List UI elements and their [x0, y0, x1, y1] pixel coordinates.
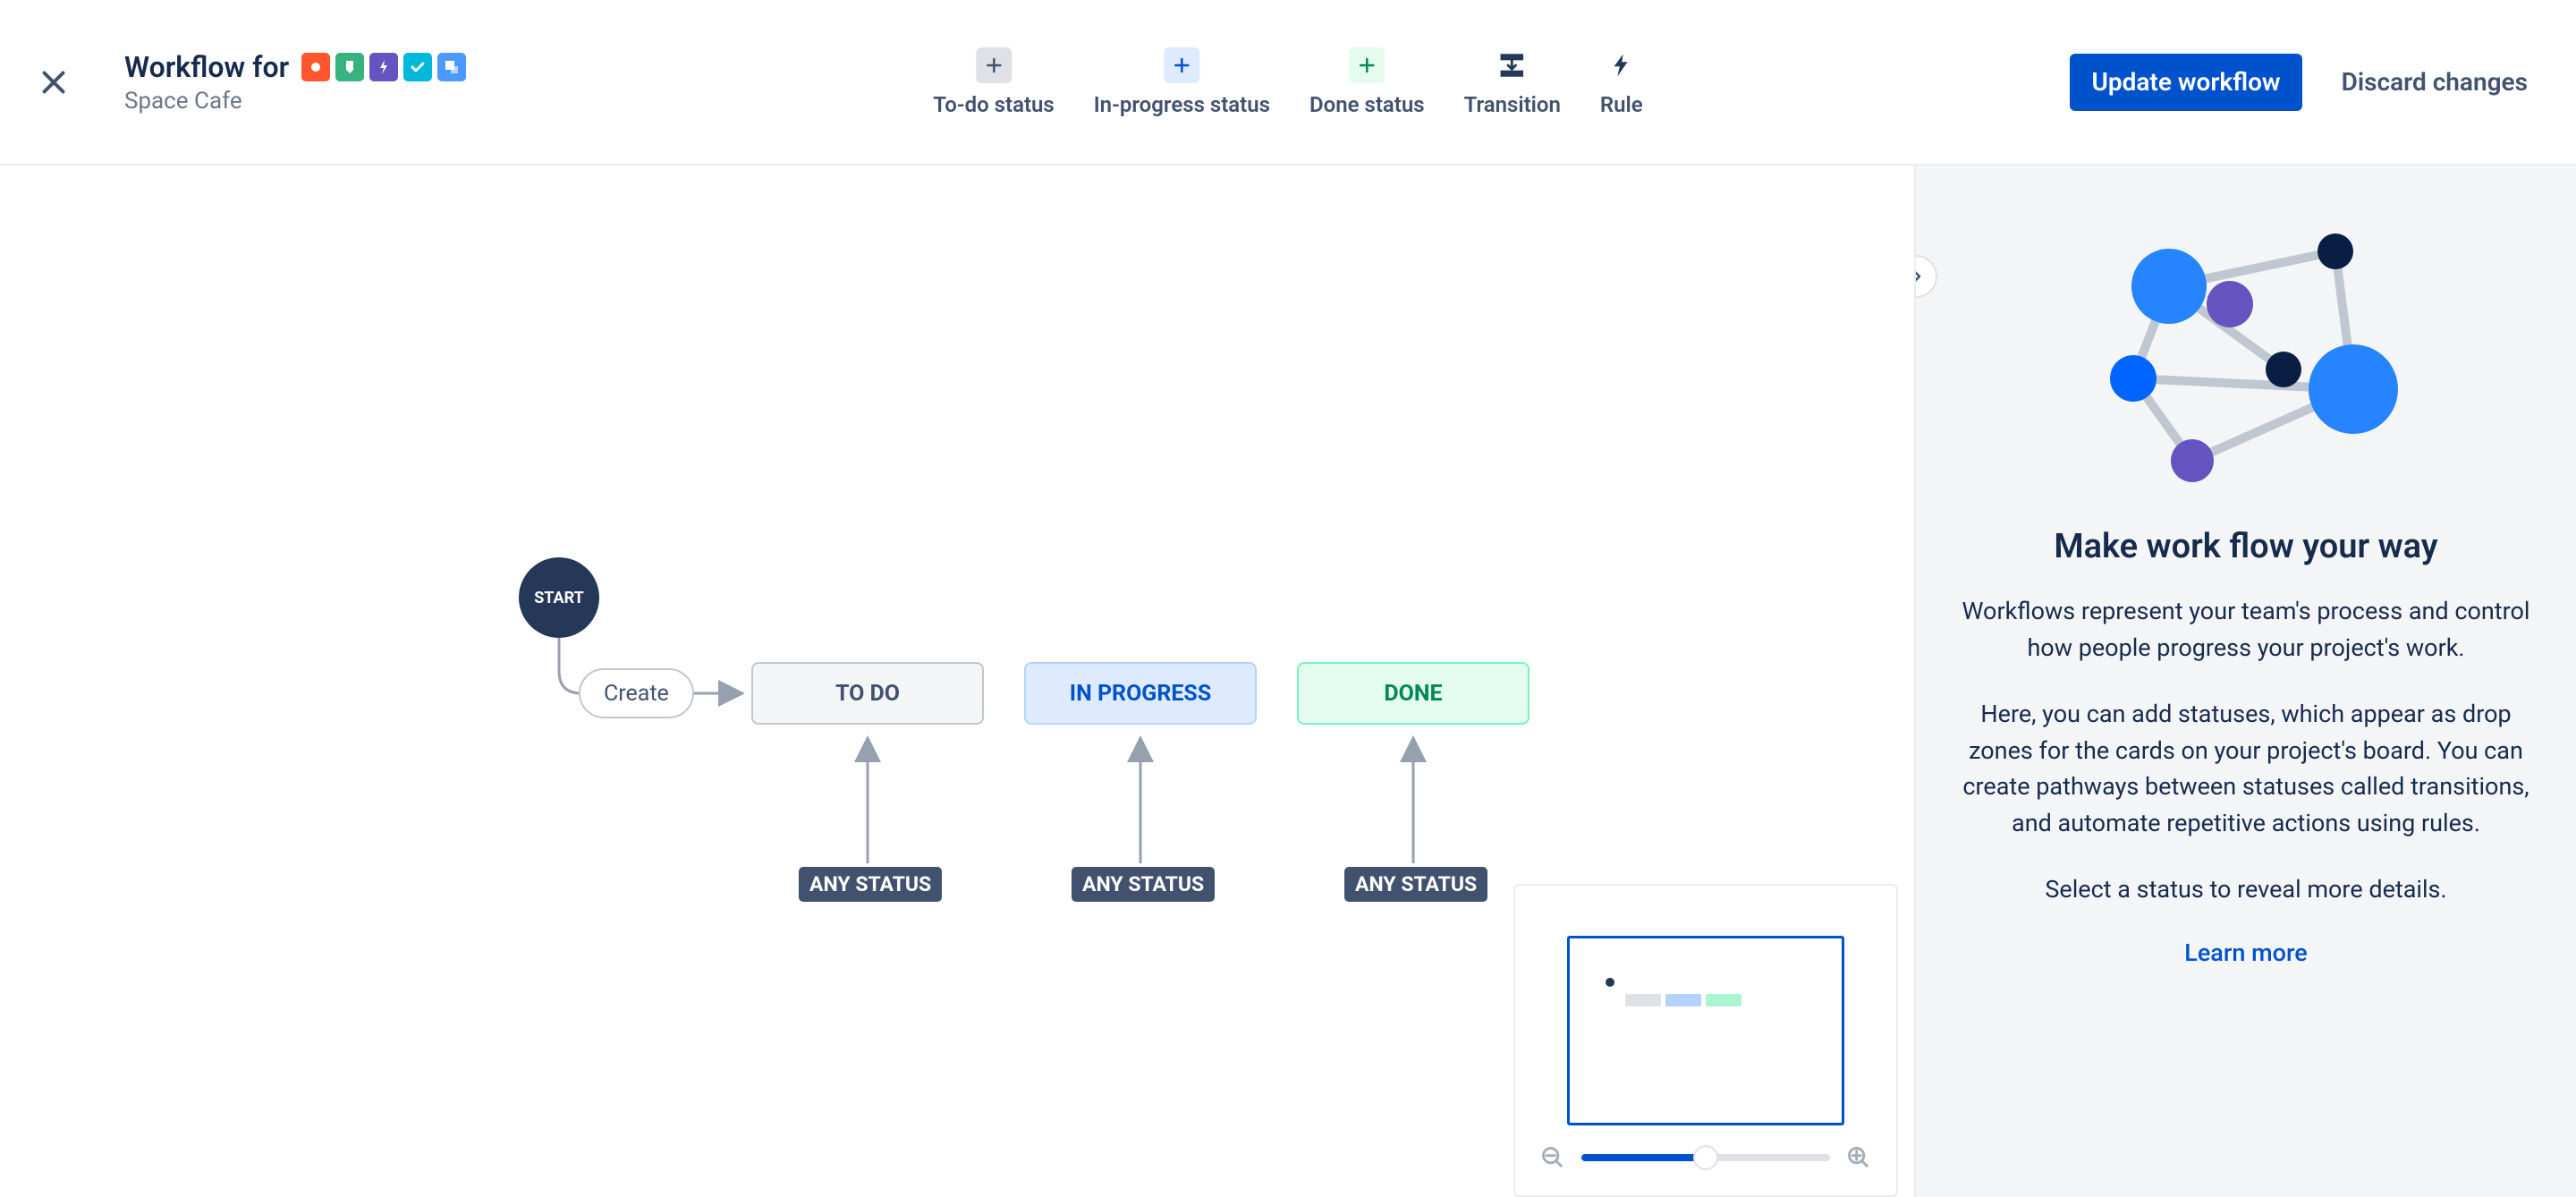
minimap-status — [1625, 994, 1661, 1006]
status-inprogress[interactable]: IN PROGRESS — [1024, 662, 1257, 725]
chevron-right-icon — [1914, 266, 1927, 287]
zoom-in-button[interactable] — [1843, 1142, 1875, 1174]
minimap-panel — [1513, 884, 1898, 1197]
transition-icon — [1495, 47, 1530, 83]
workflow-illustration-icon — [2094, 219, 2398, 497]
issue-type-icon — [437, 53, 466, 81]
update-workflow-button[interactable]: Update workflow — [2070, 54, 2301, 111]
zoom-out-button[interactable] — [1537, 1142, 1569, 1174]
collapse-panel-button[interactable] — [1914, 255, 1937, 298]
title-block: Workflow for Space Cafe — [124, 50, 706, 115]
issue-type-icon — [335, 53, 364, 81]
minimap-start-dot — [1606, 978, 1614, 987]
start-label: START — [534, 589, 584, 607]
status-done-label: DONE — [1384, 681, 1442, 707]
status-done[interactable]: DONE — [1297, 662, 1530, 725]
add-transition-button[interactable]: Transition — [1464, 47, 1561, 117]
add-done-status-button[interactable]: Done status — [1309, 47, 1425, 117]
page-subtitle: Space Cafe — [124, 88, 706, 115]
zoom-slider[interactable] — [1581, 1154, 1830, 1161]
close-icon — [38, 66, 70, 98]
panel-paragraph: Select a status to reveal more details. — [1952, 871, 2540, 908]
page-title: Workflow for — [124, 50, 289, 84]
panel-paragraph: Workflows represent your team's process … — [1952, 593, 2540, 666]
add-inprogress-status-button[interactable]: In-progress status — [1094, 47, 1270, 117]
close-button[interactable] — [32, 61, 75, 104]
learn-more-link[interactable]: Learn more — [2184, 938, 2307, 967]
tool-label: In-progress status — [1094, 92, 1270, 117]
any-status-label: ANY STATUS — [1072, 867, 1215, 902]
panel-title: Make work flow your way — [1952, 527, 2540, 566]
any-status-label: ANY STATUS — [1344, 867, 1487, 902]
plus-icon — [1349, 47, 1385, 83]
status-inprogress-label: IN PROGRESS — [1070, 681, 1211, 707]
issue-type-icon — [369, 53, 398, 81]
any-status-label: ANY STATUS — [799, 867, 942, 902]
tool-label: To-do status — [933, 92, 1054, 117]
minimap-viewport[interactable] — [1567, 936, 1844, 1125]
minimap-status — [1665, 994, 1701, 1006]
tool-label: Transition — [1464, 92, 1561, 117]
panel-paragraph: Here, you can add statuses, which appear… — [1952, 696, 2540, 841]
status-todo-label: TO DO — [835, 681, 900, 707]
plus-icon — [1164, 47, 1199, 83]
issue-type-icon — [301, 53, 330, 81]
tool-label: Done status — [1309, 92, 1425, 117]
add-todo-status-button[interactable]: To-do status — [933, 47, 1054, 117]
status-todo[interactable]: TO DO — [751, 662, 984, 725]
tool-label: Rule — [1600, 92, 1643, 117]
zoom-slider-handle[interactable] — [1693, 1145, 1718, 1170]
lightning-icon — [1604, 47, 1640, 83]
create-transition-pill[interactable]: Create — [579, 668, 694, 718]
minimap-status — [1706, 994, 1741, 1006]
discard-changes-button[interactable]: Discard changes — [2320, 54, 2549, 111]
plus-icon — [976, 47, 1012, 83]
create-label: Create — [604, 681, 669, 707]
issue-type-icon — [403, 53, 432, 81]
toolbar: To-do status In-progress status Done sta… — [933, 47, 1642, 117]
add-rule-button[interactable]: Rule — [1600, 47, 1643, 117]
start-node[interactable]: START — [519, 557, 599, 638]
issue-type-icons — [301, 53, 466, 81]
info-side-panel: Make work flow your way Workflows repres… — [1914, 166, 2576, 1197]
